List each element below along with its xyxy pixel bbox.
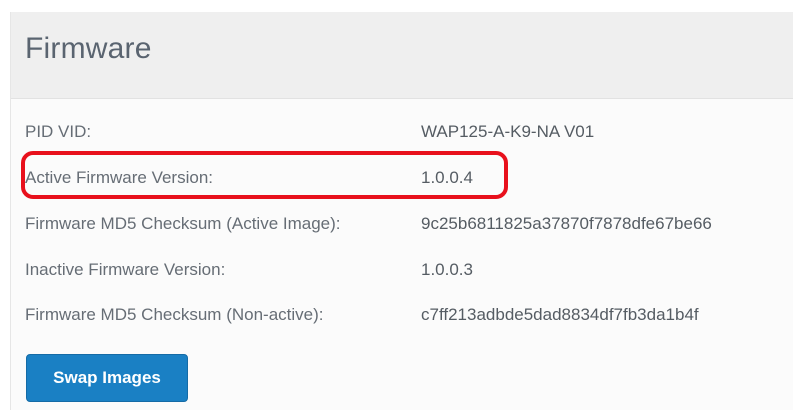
- panel-header: Firmware: [11, 12, 793, 99]
- nonactive-md5-checksum-value: c7ff213adbde5dad8834df7fb3da1b4f: [421, 305, 699, 324]
- inactive-firmware-version-value: 1.0.0.3: [421, 260, 473, 279]
- inactive-firmware-version-label: Inactive Firmware Version:: [25, 260, 226, 279]
- row-pid-vid: PID VID: WAP125-A-K9-NA V01: [11, 117, 793, 147]
- page: Firmware PID VID: WAP125-A-K9-NA V01 Act…: [0, 0, 793, 410]
- panel-title: Firmware: [25, 32, 152, 65]
- row-inactive-firmware-version: Inactive Firmware Version: 1.0.0.3: [11, 255, 793, 285]
- active-firmware-highlight-annotation: [21, 151, 508, 199]
- row-active-md5-checksum: Firmware MD5 Checksum (Active Image): 9c…: [11, 209, 793, 239]
- firmware-panel: Firmware PID VID: WAP125-A-K9-NA V01 Act…: [10, 12, 793, 410]
- pid-vid-value: WAP125-A-K9-NA V01: [421, 122, 595, 141]
- active-md5-checksum-label: Firmware MD5 Checksum (Active Image):: [25, 214, 341, 233]
- pid-vid-label: PID VID:: [25, 122, 92, 141]
- nonactive-md5-checksum-label: Firmware MD5 Checksum (Non-active):: [25, 305, 324, 324]
- active-md5-checksum-value: 9c25b6811825a37870f7878dfe67be66: [421, 214, 712, 233]
- row-nonactive-md5-checksum: Firmware MD5 Checksum (Non-active): c7ff…: [11, 300, 793, 330]
- swap-images-button[interactable]: Swap Images: [26, 354, 188, 402]
